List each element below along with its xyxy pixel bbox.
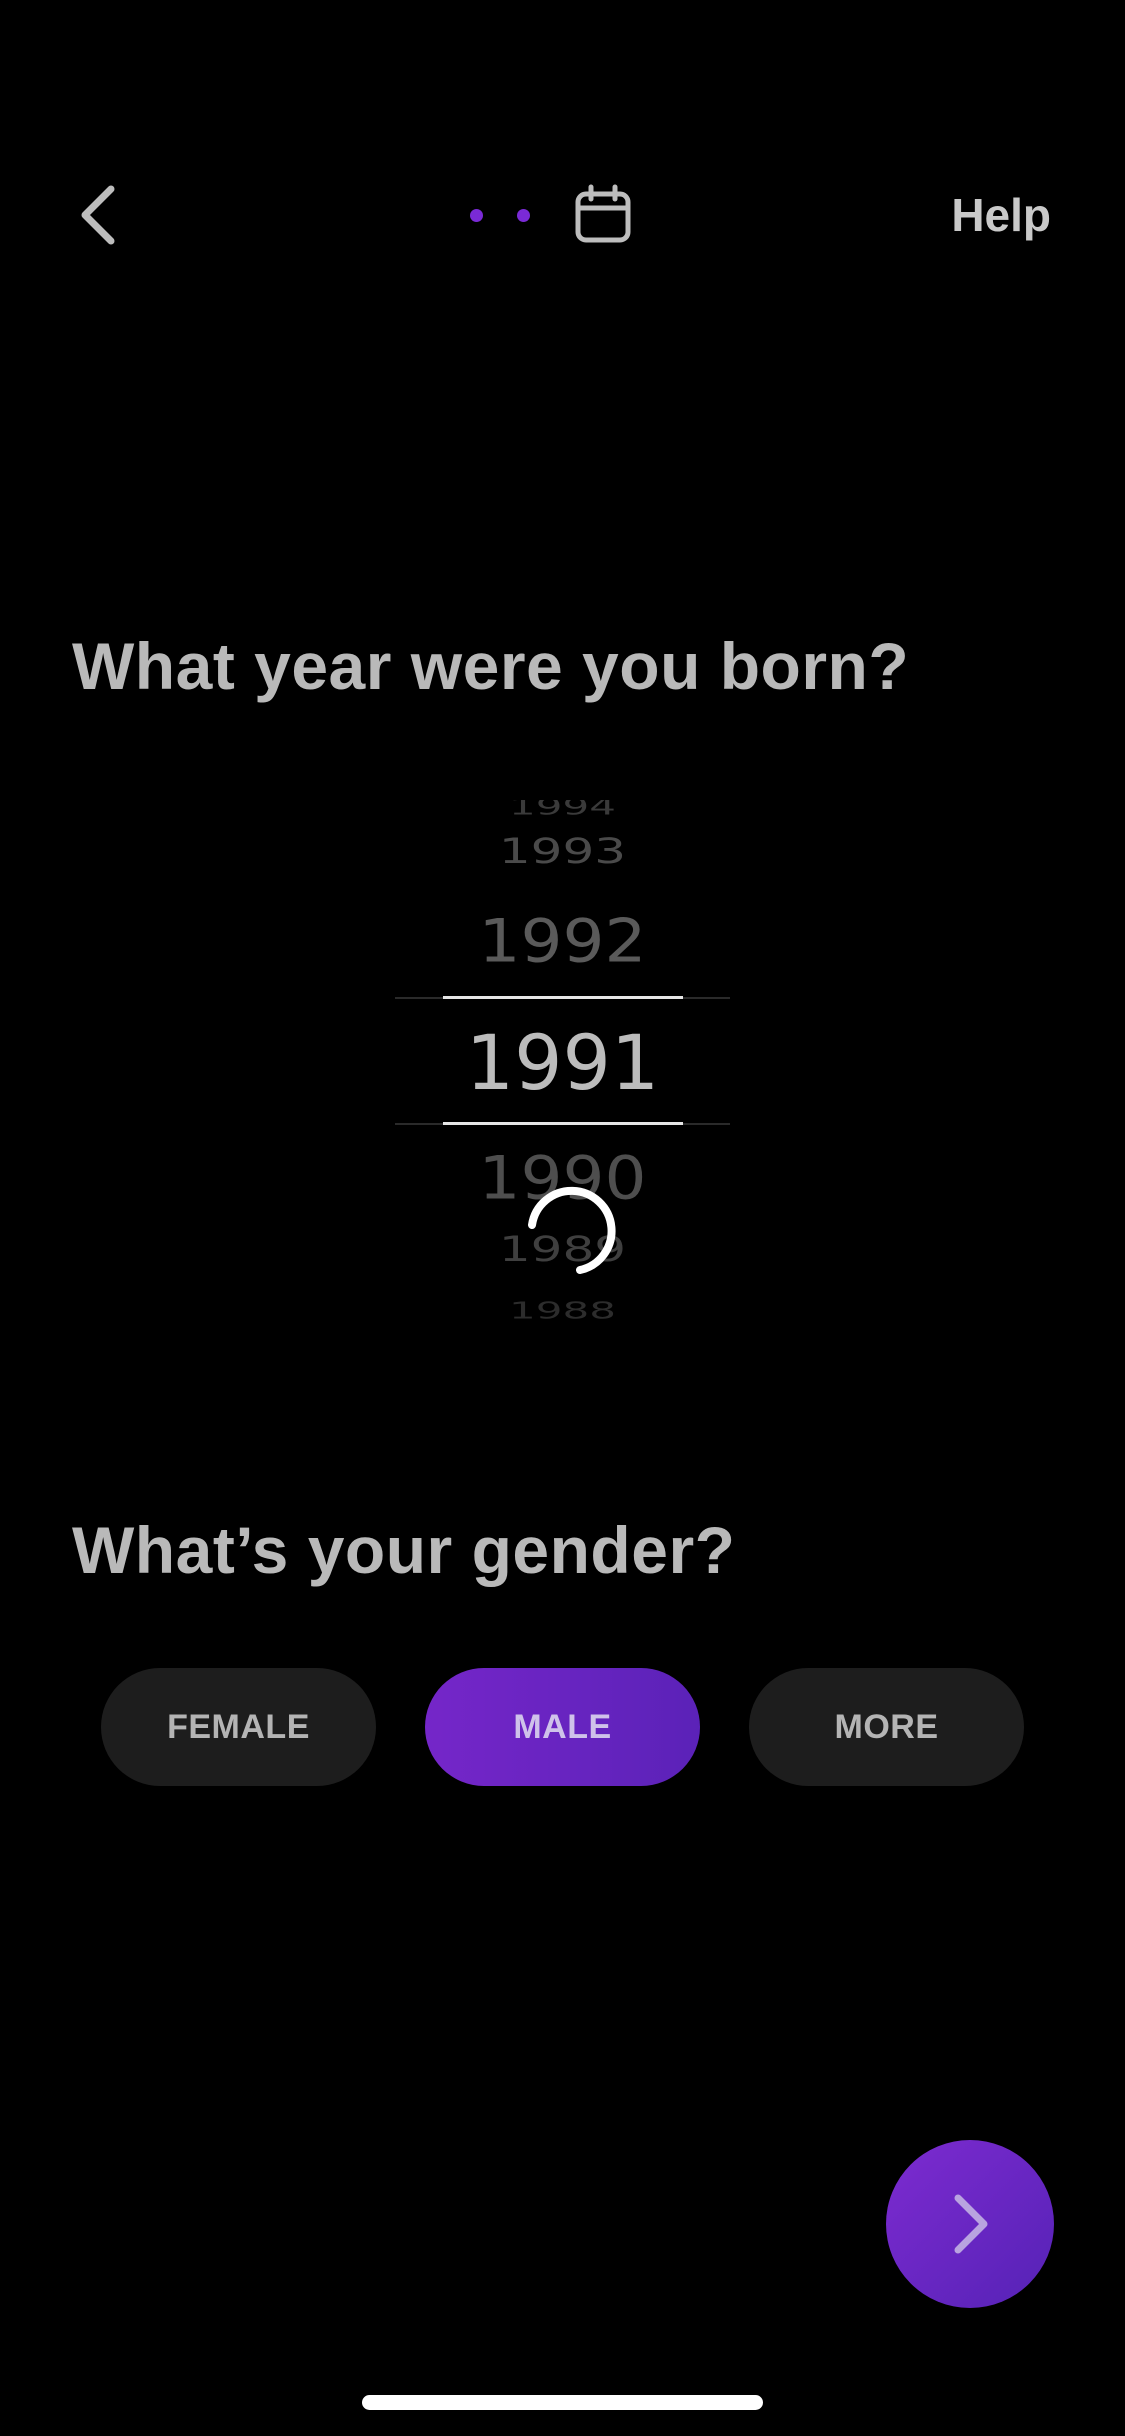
loading-spinner-icon xyxy=(528,1186,616,1274)
progress-dot xyxy=(517,208,530,222)
help-link[interactable]: Help xyxy=(951,188,1051,242)
picker-item[interactable]: 1994 xyxy=(395,800,730,820)
picker-selection-line-bottom xyxy=(395,1122,730,1125)
progress-dot xyxy=(470,208,483,222)
gender-option-female[interactable]: FEMALE xyxy=(101,1668,376,1786)
picker-item-selected[interactable]: 1991 xyxy=(395,1018,730,1107)
year-question: What year were you born? xyxy=(72,629,910,703)
back-button[interactable] xyxy=(62,180,132,250)
picker-item[interactable]: 1993 xyxy=(395,831,730,872)
gender-option-male[interactable]: MALE xyxy=(425,1668,700,1786)
picker-item[interactable]: 1988 xyxy=(395,1297,730,1320)
home-indicator xyxy=(362,2395,763,2410)
chevron-left-icon xyxy=(81,185,115,245)
picker-selection-line-top xyxy=(395,996,730,999)
chevron-right-icon xyxy=(954,2194,988,2254)
gender-option-more[interactable]: MORE xyxy=(749,1668,1024,1786)
picker-item[interactable]: 1992 xyxy=(395,907,730,976)
next-button[interactable] xyxy=(886,2140,1054,2308)
calendar-icon xyxy=(575,184,631,243)
step-progress-indicator xyxy=(470,180,634,250)
gender-question: What’s your gender? xyxy=(72,1513,736,1587)
